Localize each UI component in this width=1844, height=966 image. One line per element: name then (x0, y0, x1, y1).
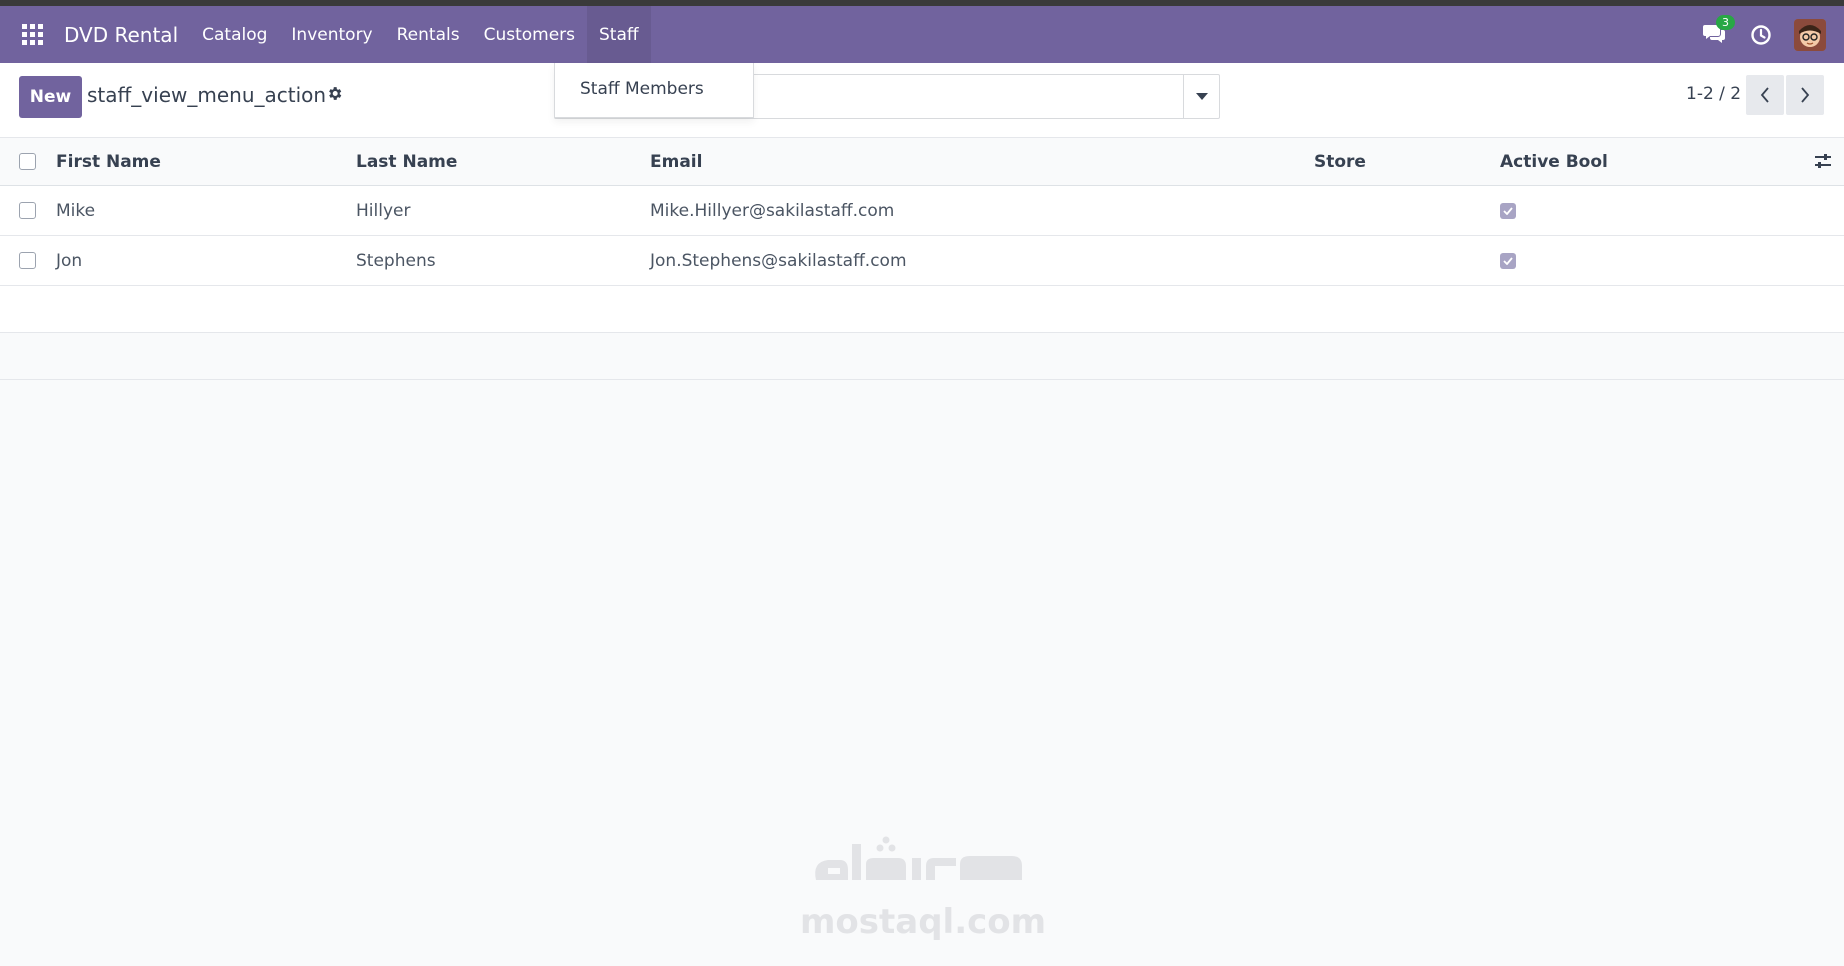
empty-row (0, 286, 1844, 333)
column-header-store[interactable]: Store (1314, 138, 1366, 185)
cell-first-name: Mike (56, 200, 96, 221)
navbar-systray: 3 (1702, 6, 1826, 63)
menu-inventory[interactable]: Inventory (279, 6, 384, 63)
dropdown-item-staff-members[interactable]: Staff Members (580, 79, 704, 99)
column-header-last-name[interactable]: Last Name (356, 138, 457, 185)
table-footer (0, 333, 1844, 380)
column-header-active-bool[interactable]: Active Bool (1500, 138, 1608, 185)
top-navbar: DVD Rental Catalog Inventory Rentals Cus… (0, 6, 1844, 63)
search-options-toggle[interactable] (1183, 75, 1219, 118)
table-row[interactable]: Mike Hillyer Mike.Hillyer@sakilastaff.co… (0, 186, 1844, 236)
cell-email: Mike.Hillyer@sakilastaff.com (650, 200, 895, 221)
caret-down-icon (1195, 92, 1208, 100)
select-all-checkbox[interactable] (19, 153, 36, 170)
chevron-left-icon (1760, 87, 1769, 103)
cell-first-name: Jon (56, 250, 83, 271)
column-header-email[interactable]: Email (650, 138, 702, 185)
active-bool-checkbox (1500, 252, 1516, 269)
mostaql-logo (815, 836, 1022, 880)
app-brand[interactable]: DVD Rental (64, 23, 178, 47)
control-panel: New staff_view_menu_action 1-2 / 2 (0, 63, 1844, 138)
menu-customers[interactable]: Customers (472, 6, 587, 63)
row-checkbox[interactable] (19, 252, 36, 269)
user-avatar[interactable] (1794, 18, 1826, 51)
checkmark-icon (1503, 256, 1513, 265)
apps-menu-icon[interactable] (0, 6, 64, 63)
watermark-text: mostaql.com (800, 902, 1047, 942)
menu-catalog[interactable]: Catalog (190, 6, 279, 63)
cell-last-name: Stephens (356, 250, 436, 271)
gear-icon[interactable] (326, 85, 343, 102)
staff-dropdown-menu: Staff Members (554, 63, 754, 118)
pager-next-button[interactable] (1786, 75, 1824, 115)
checkmark-icon (1503, 206, 1513, 215)
page-title: staff_view_menu_action (87, 83, 327, 107)
menu-rentals[interactable]: Rentals (385, 6, 472, 63)
cell-email: Jon.Stephens@sakilastaff.com (650, 250, 907, 271)
chevron-right-icon (1801, 87, 1810, 103)
table-header: First Name Last Name Email Store Active … (0, 138, 1844, 186)
staff-list-table: First Name Last Name Email Store Active … (0, 138, 1844, 380)
messages-count-badge: 3 (1716, 14, 1735, 30)
menu-staff[interactable]: Staff (587, 6, 651, 63)
cell-last-name: Hillyer (356, 200, 411, 221)
column-header-first-name[interactable]: First Name (56, 138, 161, 185)
row-checkbox[interactable] (19, 202, 36, 219)
new-button[interactable]: New (19, 76, 82, 118)
active-bool-checkbox (1500, 202, 1516, 219)
pager-value[interactable]: 1-2 / 2 (1686, 84, 1741, 104)
table-row[interactable]: Jon Stephens Jon.Stephens@sakilastaff.co… (0, 236, 1844, 286)
activity-clock-icon[interactable] (1750, 24, 1772, 46)
pager-previous-button[interactable] (1746, 75, 1784, 115)
messages-button[interactable]: 3 (1702, 14, 1735, 47)
optional-columns-icon[interactable] (1814, 152, 1832, 170)
